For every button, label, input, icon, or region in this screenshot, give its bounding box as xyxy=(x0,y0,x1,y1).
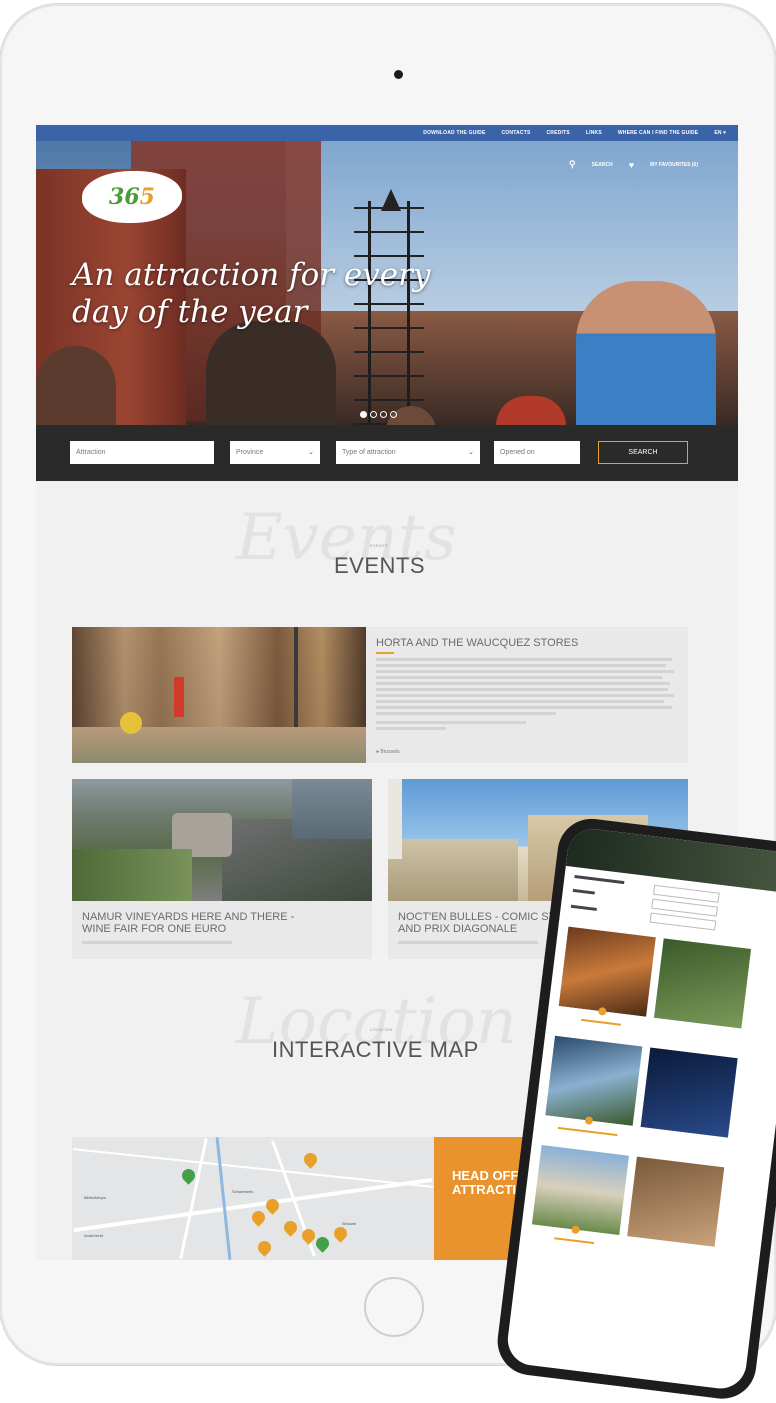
home-button[interactable] xyxy=(364,1277,424,1337)
logo-text: 36 xyxy=(109,184,140,210)
hero-person xyxy=(496,396,566,425)
event-location: ● Brussels xyxy=(376,749,400,755)
badge-icon xyxy=(584,1116,594,1126)
chevron-down-icon: ⌄ xyxy=(468,449,474,456)
favourites-link[interactable]: MY FAVOURITES (0) xyxy=(650,162,698,168)
nav-contacts[interactable]: CONTACTS xyxy=(501,130,530,136)
province-select-value: Province xyxy=(236,449,264,456)
map-eyebrow: LOCATION xyxy=(370,1027,393,1032)
event-card-date xyxy=(398,941,538,944)
top-navigation: DOWNLOAD THE GUIDE CONTACTS CREDITS LINK… xyxy=(36,125,738,141)
badge-icon xyxy=(571,1225,581,1235)
search-link[interactable]: SEARCH xyxy=(592,162,613,168)
hero-banner: 365 ⚲ SEARCH ♥ MY FAVOURITES (0) An attr… xyxy=(36,141,738,425)
title-accent xyxy=(376,652,394,654)
event-card-title-line: NAMUR VINEYARDS HERE AND THERE - xyxy=(82,911,295,923)
map-heading: INTERACTIVE MAP xyxy=(272,1037,479,1062)
nav-download-guide[interactable]: DOWNLOAD THE GUIDE xyxy=(423,130,485,136)
search-button[interactable]: SEARCH xyxy=(598,441,688,464)
events-eyebrow: EVENTS xyxy=(370,543,388,548)
carousel-dot[interactable] xyxy=(380,411,387,418)
attraction-input[interactable]: Attraction xyxy=(70,441,214,464)
phone-tile[interactable] xyxy=(627,1156,725,1247)
front-camera xyxy=(394,70,403,79)
hero-title: An attraction for every day of the year xyxy=(72,257,512,331)
interactive-map[interactable]: Bibliothèque Schaerbeek Woluwe Anderlech… xyxy=(72,1137,434,1260)
map-pin-icon[interactable] xyxy=(331,1224,350,1243)
phone-tile[interactable] xyxy=(531,1144,629,1236)
featured-event-image[interactable] xyxy=(72,627,366,763)
event-card-date xyxy=(82,941,232,944)
phone-tile[interactable] xyxy=(558,926,656,1017)
hero-tower-top xyxy=(381,189,401,211)
map-pin-icon[interactable] xyxy=(255,1238,274,1257)
event-location-text: Brussels xyxy=(380,749,400,755)
heart-icon[interactable]: ♥ xyxy=(629,160,634,170)
event-card-title[interactable]: NAMUR VINEYARDS HERE AND THERE - WINE FA… xyxy=(82,911,294,935)
event-card[interactable]: NAMUR VINEYARDS HERE AND THERE - WINE FA… xyxy=(72,779,372,959)
nav-links[interactable]: LINKS xyxy=(586,130,602,136)
event-description xyxy=(376,658,676,733)
events-heading: EVENTS xyxy=(334,553,426,578)
language-selector[interactable]: EN ▾ xyxy=(714,130,726,136)
map-pin-icon[interactable] xyxy=(301,1150,320,1169)
chevron-down-icon: ⌄ xyxy=(308,449,314,456)
map-pin-icon[interactable] xyxy=(281,1218,300,1237)
hero-person xyxy=(206,321,336,425)
search-bar: Attraction Province ⌄ Type of attraction… xyxy=(36,425,738,481)
carousel-dot[interactable] xyxy=(390,411,397,418)
utility-links: ⚲ SEARCH ♥ MY FAVOURITES (0) xyxy=(569,159,698,170)
search-icon[interactable]: ⚲ xyxy=(569,159,576,170)
location-icon: ● xyxy=(376,749,380,755)
logo-text-accent: 5 xyxy=(139,184,155,210)
carousel-dot[interactable] xyxy=(370,411,377,418)
carousel-dots xyxy=(360,411,397,418)
hero-person xyxy=(576,281,716,425)
hero-person xyxy=(36,346,116,425)
province-select[interactable]: Province ⌄ xyxy=(230,441,320,464)
phone-tile[interactable] xyxy=(640,1047,738,1138)
featured-event-card[interactable]: HORTA AND THE WAUCQUEZ STORES ● Brussels xyxy=(72,627,688,763)
phone-tile[interactable] xyxy=(653,938,752,1029)
opened-on-input[interactable]: Opened on xyxy=(494,441,580,464)
nav-credits[interactable]: CREDITS xyxy=(547,130,570,136)
map-pin-icon[interactable] xyxy=(313,1234,332,1253)
badge-icon xyxy=(597,1006,607,1016)
hero-title-line: day of the year xyxy=(72,294,308,330)
hero-title-line: An attraction for every xyxy=(72,257,431,293)
attraction-type-select[interactable]: Type of attraction ⌄ xyxy=(336,441,480,464)
type-select-value: Type of attraction xyxy=(342,449,396,456)
phone-tile[interactable] xyxy=(545,1035,643,1126)
event-card-image[interactable] xyxy=(72,779,372,901)
carousel-dot[interactable] xyxy=(360,411,367,418)
map-pin-icon[interactable] xyxy=(249,1208,268,1227)
site-logo[interactable]: 365 xyxy=(82,171,182,223)
featured-event-title[interactable]: HORTA AND THE WAUCQUEZ STORES xyxy=(376,637,578,649)
event-card-title-line: WINE FAIR FOR ONE EURO xyxy=(82,923,227,935)
nav-where-find-guide[interactable]: WHERE CAN I FIND THE GUIDE xyxy=(618,130,698,136)
